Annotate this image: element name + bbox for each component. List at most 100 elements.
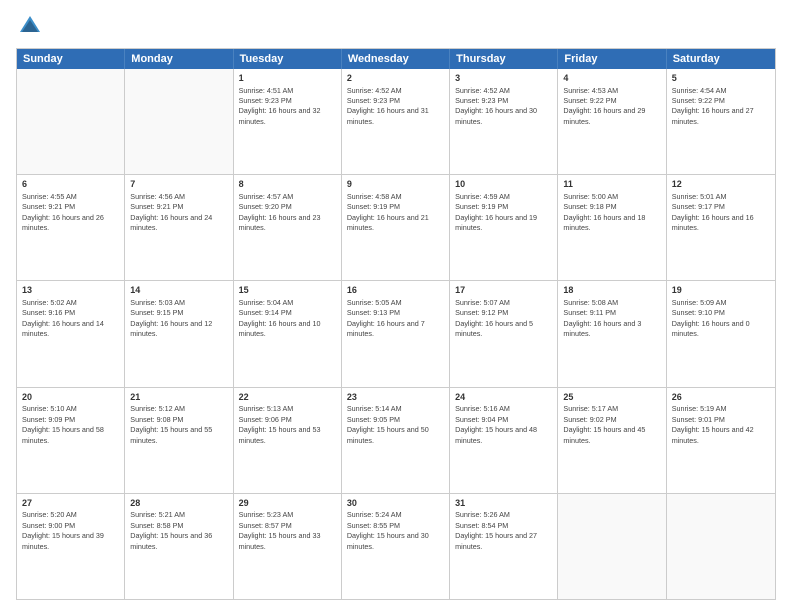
day-number: 15 [239,284,336,297]
day-info: Sunrise: 4:58 AM Sunset: 9:19 PM Dayligh… [347,192,444,234]
calendar-cell: 8Sunrise: 4:57 AM Sunset: 9:20 PM Daylig… [234,175,342,280]
calendar-cell: 7Sunrise: 4:56 AM Sunset: 9:21 PM Daylig… [125,175,233,280]
day-number: 9 [347,178,444,191]
calendar-cell: 12Sunrise: 5:01 AM Sunset: 9:17 PM Dayli… [667,175,775,280]
day-number: 8 [239,178,336,191]
calendar-cell: 21Sunrise: 5:12 AM Sunset: 9:08 PM Dayli… [125,388,233,493]
calendar-cell: 14Sunrise: 5:03 AM Sunset: 9:15 PM Dayli… [125,281,233,386]
day-number: 4 [563,72,660,85]
calendar-cell: 28Sunrise: 5:21 AM Sunset: 8:58 PM Dayli… [125,494,233,599]
calendar-cell: 25Sunrise: 5:17 AM Sunset: 9:02 PM Dayli… [558,388,666,493]
day-number: 25 [563,391,660,404]
calendar-row: 1Sunrise: 4:51 AM Sunset: 9:23 PM Daylig… [17,69,775,174]
calendar-cell: 16Sunrise: 5:05 AM Sunset: 9:13 PM Dayli… [342,281,450,386]
calendar-cell: 26Sunrise: 5:19 AM Sunset: 9:01 PM Dayli… [667,388,775,493]
day-info: Sunrise: 4:52 AM Sunset: 9:23 PM Dayligh… [455,86,552,128]
day-number: 6 [22,178,119,191]
day-info: Sunrise: 5:05 AM Sunset: 9:13 PM Dayligh… [347,298,444,340]
day-info: Sunrise: 5:23 AM Sunset: 8:57 PM Dayligh… [239,510,336,552]
day-info: Sunrise: 5:19 AM Sunset: 9:01 PM Dayligh… [672,404,770,446]
day-info: Sunrise: 4:51 AM Sunset: 9:23 PM Dayligh… [239,86,336,128]
day-info: Sunrise: 4:56 AM Sunset: 9:21 PM Dayligh… [130,192,227,234]
calendar-cell: 15Sunrise: 5:04 AM Sunset: 9:14 PM Dayli… [234,281,342,386]
weekday-header: Sunday [17,49,125,69]
day-info: Sunrise: 5:02 AM Sunset: 9:16 PM Dayligh… [22,298,119,340]
calendar-cell: 30Sunrise: 5:24 AM Sunset: 8:55 PM Dayli… [342,494,450,599]
calendar-row: 6Sunrise: 4:55 AM Sunset: 9:21 PM Daylig… [17,174,775,280]
calendar-cell: 29Sunrise: 5:23 AM Sunset: 8:57 PM Dayli… [234,494,342,599]
calendar-cell [125,69,233,174]
day-number: 29 [239,497,336,510]
day-number: 17 [455,284,552,297]
logo [16,12,48,40]
calendar-cell [17,69,125,174]
day-number: 18 [563,284,660,297]
calendar-cell [667,494,775,599]
calendar-cell: 4Sunrise: 4:53 AM Sunset: 9:22 PM Daylig… [558,69,666,174]
day-info: Sunrise: 5:14 AM Sunset: 9:05 PM Dayligh… [347,404,444,446]
day-number: 24 [455,391,552,404]
day-number: 3 [455,72,552,85]
page: SundayMondayTuesdayWednesdayThursdayFrid… [0,0,792,612]
day-info: Sunrise: 5:17 AM Sunset: 9:02 PM Dayligh… [563,404,660,446]
calendar-row: 13Sunrise: 5:02 AM Sunset: 9:16 PM Dayli… [17,280,775,386]
calendar-cell: 10Sunrise: 4:59 AM Sunset: 9:19 PM Dayli… [450,175,558,280]
day-number: 22 [239,391,336,404]
calendar-row: 20Sunrise: 5:10 AM Sunset: 9:09 PM Dayli… [17,387,775,493]
weekday-header: Friday [558,49,666,69]
day-number: 10 [455,178,552,191]
day-info: Sunrise: 5:00 AM Sunset: 9:18 PM Dayligh… [563,192,660,234]
weekday-header: Tuesday [234,49,342,69]
calendar-cell: 27Sunrise: 5:20 AM Sunset: 9:00 PM Dayli… [17,494,125,599]
day-number: 7 [130,178,227,191]
day-info: Sunrise: 4:52 AM Sunset: 9:23 PM Dayligh… [347,86,444,128]
weekday-header: Monday [125,49,233,69]
day-number: 5 [672,72,770,85]
calendar-row: 27Sunrise: 5:20 AM Sunset: 9:00 PM Dayli… [17,493,775,599]
day-number: 1 [239,72,336,85]
weekday-header: Wednesday [342,49,450,69]
day-info: Sunrise: 5:21 AM Sunset: 8:58 PM Dayligh… [130,510,227,552]
day-info: Sunrise: 5:03 AM Sunset: 9:15 PM Dayligh… [130,298,227,340]
logo-icon [16,12,44,40]
day-info: Sunrise: 4:57 AM Sunset: 9:20 PM Dayligh… [239,192,336,234]
calendar-cell: 1Sunrise: 4:51 AM Sunset: 9:23 PM Daylig… [234,69,342,174]
day-info: Sunrise: 5:26 AM Sunset: 8:54 PM Dayligh… [455,510,552,552]
day-number: 2 [347,72,444,85]
day-number: 23 [347,391,444,404]
calendar-cell: 20Sunrise: 5:10 AM Sunset: 9:09 PM Dayli… [17,388,125,493]
day-info: Sunrise: 5:09 AM Sunset: 9:10 PM Dayligh… [672,298,770,340]
calendar: SundayMondayTuesdayWednesdayThursdayFrid… [16,48,776,600]
day-info: Sunrise: 4:59 AM Sunset: 9:19 PM Dayligh… [455,192,552,234]
weekday-header: Thursday [450,49,558,69]
day-info: Sunrise: 5:04 AM Sunset: 9:14 PM Dayligh… [239,298,336,340]
day-info: Sunrise: 5:24 AM Sunset: 8:55 PM Dayligh… [347,510,444,552]
day-number: 11 [563,178,660,191]
calendar-cell: 31Sunrise: 5:26 AM Sunset: 8:54 PM Dayli… [450,494,558,599]
calendar-cell: 3Sunrise: 4:52 AM Sunset: 9:23 PM Daylig… [450,69,558,174]
calendar-cell: 2Sunrise: 4:52 AM Sunset: 9:23 PM Daylig… [342,69,450,174]
day-info: Sunrise: 5:16 AM Sunset: 9:04 PM Dayligh… [455,404,552,446]
day-number: 27 [22,497,119,510]
calendar-cell: 5Sunrise: 4:54 AM Sunset: 9:22 PM Daylig… [667,69,775,174]
day-number: 28 [130,497,227,510]
day-number: 20 [22,391,119,404]
header [16,12,776,40]
day-number: 19 [672,284,770,297]
calendar-cell: 24Sunrise: 5:16 AM Sunset: 9:04 PM Dayli… [450,388,558,493]
calendar-body: 1Sunrise: 4:51 AM Sunset: 9:23 PM Daylig… [17,69,775,599]
day-info: Sunrise: 5:01 AM Sunset: 9:17 PM Dayligh… [672,192,770,234]
day-number: 30 [347,497,444,510]
calendar-cell: 22Sunrise: 5:13 AM Sunset: 9:06 PM Dayli… [234,388,342,493]
day-number: 31 [455,497,552,510]
calendar-cell: 11Sunrise: 5:00 AM Sunset: 9:18 PM Dayli… [558,175,666,280]
day-info: Sunrise: 4:53 AM Sunset: 9:22 PM Dayligh… [563,86,660,128]
calendar-header: SundayMondayTuesdayWednesdayThursdayFrid… [17,49,775,69]
day-number: 14 [130,284,227,297]
calendar-cell: 6Sunrise: 4:55 AM Sunset: 9:21 PM Daylig… [17,175,125,280]
day-number: 16 [347,284,444,297]
calendar-cell: 18Sunrise: 5:08 AM Sunset: 9:11 PM Dayli… [558,281,666,386]
calendar-cell: 19Sunrise: 5:09 AM Sunset: 9:10 PM Dayli… [667,281,775,386]
day-number: 12 [672,178,770,191]
weekday-header: Saturday [667,49,775,69]
